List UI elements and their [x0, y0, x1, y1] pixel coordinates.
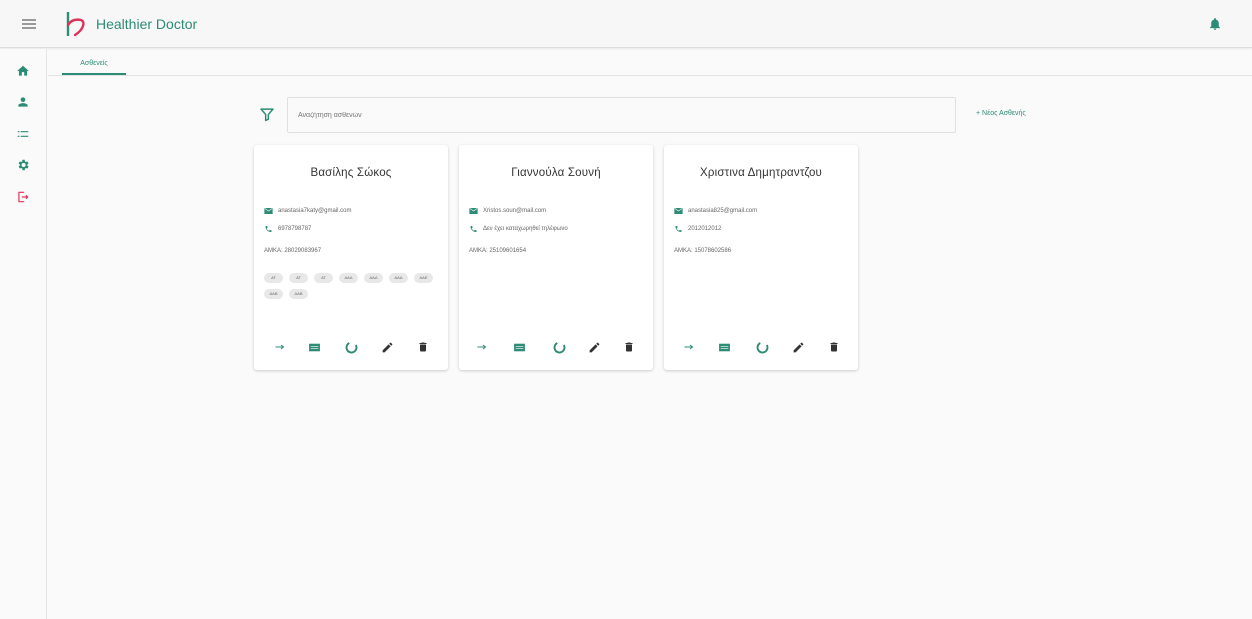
tag-chip: ΑΑΒ: [289, 289, 308, 299]
delete-trash-icon[interactable]: [825, 338, 843, 356]
progress-ring-icon[interactable]: [550, 338, 568, 356]
new-patient-button[interactable]: + Νέος Ασθενής: [976, 110, 1026, 117]
card-actions: [459, 338, 653, 356]
arrow-forward-icon[interactable]: [680, 338, 698, 356]
patient-card: Βασίλης Σώκος anastasia7katy@gmail.com 6…: [254, 145, 448, 370]
edit-pencil-icon[interactable]: [585, 338, 603, 356]
patient-name: Βασίλης Σώκος: [310, 167, 392, 179]
arrow-forward-icon[interactable]: [271, 338, 289, 356]
email-row: anastasia825@gmail.com: [674, 206, 757, 216]
phone-row: Δεν έχει καταχωρηθεί τηλέφωνο: [469, 224, 568, 234]
phone-row: 2012012012: [674, 224, 721, 234]
progress-ring-icon[interactable]: [342, 338, 360, 356]
menu-icon[interactable]: [22, 17, 36, 29]
logout-icon[interactable]: [16, 190, 30, 204]
patient-email: anastasia7katy@gmail.com: [278, 208, 352, 214]
history-list-icon[interactable]: [305, 338, 323, 356]
delete-trash-icon[interactable]: [414, 338, 432, 356]
tag-chip: ΑΤ: [314, 273, 333, 283]
patient-name: Χριστινα Δημητραντζου: [699, 167, 823, 179]
history-list-icon[interactable]: [510, 338, 528, 356]
delete-trash-icon[interactable]: [620, 338, 638, 356]
tag-chip: ΑΑΒ: [264, 289, 283, 299]
patient-card: Γιαννούλα Σουνή Xristos.soun@mail.com Δε…: [459, 145, 653, 370]
tag-chip: ΑΤ: [289, 273, 308, 283]
patient-amka: ΑΜΚΑ: 25109601654: [469, 248, 527, 254]
patient-email: anastasia825@gmail.com: [688, 208, 758, 214]
person-icon[interactable]: [16, 95, 30, 109]
healthier-logo: [66, 12, 85, 37]
email-row: Xristos.soun@mail.com: [469, 206, 546, 216]
edit-pencil-icon[interactable]: [789, 338, 807, 356]
patient-name: Γιαννούλα Σουνή: [511, 167, 601, 179]
phone-icon: [675, 226, 682, 232]
tab-patients[interactable]: Ασθενείς: [62, 56, 126, 74]
email-icon: [469, 208, 478, 214]
card-actions: [664, 338, 858, 356]
patient-email: Xristos.soun@mail.com: [483, 208, 547, 214]
card-actions: [254, 338, 448, 356]
email-icon: [264, 208, 273, 214]
phone-icon: [265, 226, 272, 232]
tag-chip: ΑΑΑ: [339, 273, 358, 283]
sidebar: [0, 49, 47, 619]
app-title: Healthier Doctor: [96, 16, 198, 32]
tag-chip: ΑΤ: [264, 273, 283, 283]
patient-amka: ΑΜΚΑ: 15078602586: [674, 248, 732, 254]
notification-bell-icon[interactable]: [1208, 17, 1222, 31]
arrow-forward-icon[interactable]: [473, 338, 491, 356]
home-icon[interactable]: [16, 64, 30, 78]
tag-chip: ΑΑΑ: [389, 273, 408, 283]
tag-chip: ΑΑΑ: [364, 273, 383, 283]
list-icon[interactable]: [16, 127, 30, 141]
patient-phone: Δεν έχει καταχωρηθεί τηλέφωνο: [483, 226, 568, 232]
history-list-icon[interactable]: [715, 338, 733, 356]
patient-phone: 2012012012: [688, 226, 722, 232]
email-icon: [674, 208, 683, 214]
search-field[interactable]: [287, 97, 956, 133]
patient-card: Χριστινα Δημητραντζου anastasia825@gmail…: [664, 145, 858, 370]
tag-list: ΑΤ ΑΤ ΑΤ ΑΑΑ ΑΑΑ ΑΑΑ ΑΑΕ ΑΑΒ ΑΑΒ: [264, 273, 438, 299]
phone-icon: [470, 226, 477, 232]
settings-icon[interactable]: [16, 158, 30, 172]
edit-pencil-icon[interactable]: [378, 338, 396, 356]
tag-chip: ΑΑΕ: [414, 273, 433, 283]
filter-icon[interactable]: [259, 106, 275, 123]
tab-divider: [48, 75, 1252, 76]
phone-row: 6978798787: [264, 224, 311, 234]
top-app-bar: Healthier Doctor: [0, 0, 1252, 48]
email-row: anastasia7katy@gmail.com: [264, 206, 351, 216]
search-input[interactable]: [288, 98, 955, 132]
patient-phone: 6978798787: [278, 226, 312, 232]
progress-ring-icon[interactable]: [753, 338, 771, 356]
patient-amka: ΑΜΚΑ: 28029083967: [264, 248, 322, 254]
